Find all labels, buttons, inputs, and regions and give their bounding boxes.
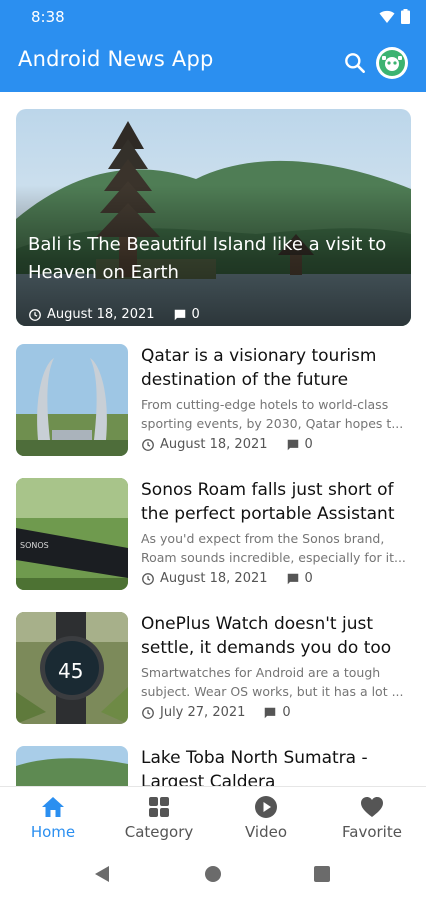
article-card-oneplus[interactable]: 45 OnePlus Watch doesn't just settle, it… [16,612,411,724]
nav-label: Home [30,823,76,841]
featured-comments: 0 [191,307,200,322]
article-thumbnail [16,746,128,786]
app-bar: Android News App [0,34,426,92]
search-button[interactable] [342,50,368,76]
home-circle-icon[interactable] [204,865,222,883]
article-excerpt-line: sporting events, by 2030, Qatar hopes t.… [141,416,404,431]
watch-face-time: 45 [58,659,83,683]
article-comments: 0 [282,705,291,720]
article-title: Qatar is a visionary tourism destination… [141,346,377,390]
article-date: August 18, 2021 [160,437,268,452]
article-thumbnail [16,344,128,456]
article-excerpt-line: Roam sounds incredible, especially for i… [141,550,406,565]
article-meta: July 27, 2021 0 [141,705,291,720]
bottom-navigation: Home Category Video Favorite [0,786,426,852]
system-navigation-bar [0,852,426,900]
article-excerpt-line: As you'd expect from the Sonos brand, [141,531,385,546]
nav-label: Favorite [342,823,402,841]
nav-label: Video [244,823,288,841]
search-icon [345,53,365,73]
battery-icon [401,9,410,24]
article-date: July 27, 2021 [160,705,246,720]
featured-title: Bali is The Beautiful Island like a visi… [28,234,387,283]
featured-date: August 18, 2021 [47,307,155,322]
clock-icon [29,308,41,321]
nav-category[interactable]: Category [109,795,209,841]
article-card-qatar[interactable]: Qatar is a visionary tourism destination… [16,344,411,456]
article-excerpt: From cutting-edge hotels to world-class … [141,395,411,433]
profile-button[interactable] [376,47,408,79]
status-bar: 8:38 [0,0,426,34]
article-thumbnail: 45 [16,612,128,724]
comment-icon [174,309,185,320]
article-date: August 18, 2021 [160,571,268,586]
article-excerpt-line: From cutting-edge hotels to world-class [141,397,389,412]
clock-icon [142,706,154,719]
avatar-icon [379,50,405,76]
back-icon[interactable] [93,865,111,883]
sonos-logo: SONOS [20,541,49,550]
nav-home[interactable]: Home [3,795,103,841]
news-feed[interactable]: Bali is The Beautiful Island like a visi… [0,92,426,786]
article-title: OnePlus Watch doesn't just settle, it de… [141,614,392,658]
featured-meta: August 18, 2021 0 [28,307,200,322]
comment-icon [287,439,298,450]
nav-video[interactable]: Video [216,795,316,841]
article-excerpt: Smartwatches for Android are a tough sub… [141,663,411,701]
article-excerpt-line: Smartwatches for Android are a tough [141,665,381,680]
status-icons [379,9,410,24]
article-title: Sonos Roam falls just short of the perfe… [141,480,395,524]
article-meta: August 18, 2021 0 [141,571,313,586]
comment-icon [287,573,298,584]
article-thumbnail: SONOS [16,478,128,590]
app-title: Android News App [18,47,214,71]
article-meta: August 18, 2021 0 [141,437,313,452]
article-title: Lake Toba North Sumatra - Largest Calder… [141,748,368,786]
clock-icon [142,572,154,585]
clock-icon [142,438,154,451]
wifi-icon [379,10,395,23]
recents-icon[interactable] [314,866,330,882]
status-time: 8:38 [31,8,65,26]
article-excerpt: As you'd expect from the Sonos brand, Ro… [141,529,411,567]
grid-icon [149,797,169,817]
comment-icon [265,707,276,718]
play-circle-icon [255,796,277,818]
nav-favorite[interactable]: Favorite [322,795,422,841]
heart-icon [361,797,383,817]
article-comments: 0 [304,437,313,452]
nav-label: Category [124,823,194,841]
article-card-sonos[interactable]: SONOS Sonos Roam falls just short of the… [16,478,411,590]
article-card-lake-toba[interactable]: Lake Toba North Sumatra - Largest Calder… [16,746,411,786]
article-excerpt-line: subject. Wear OS works, but it has a lot… [141,684,404,699]
featured-article-card[interactable]: Bali is The Beautiful Island like a visi… [16,109,411,326]
featured-overlay [16,109,411,326]
article-comments: 0 [304,571,313,586]
home-icon [42,797,64,817]
